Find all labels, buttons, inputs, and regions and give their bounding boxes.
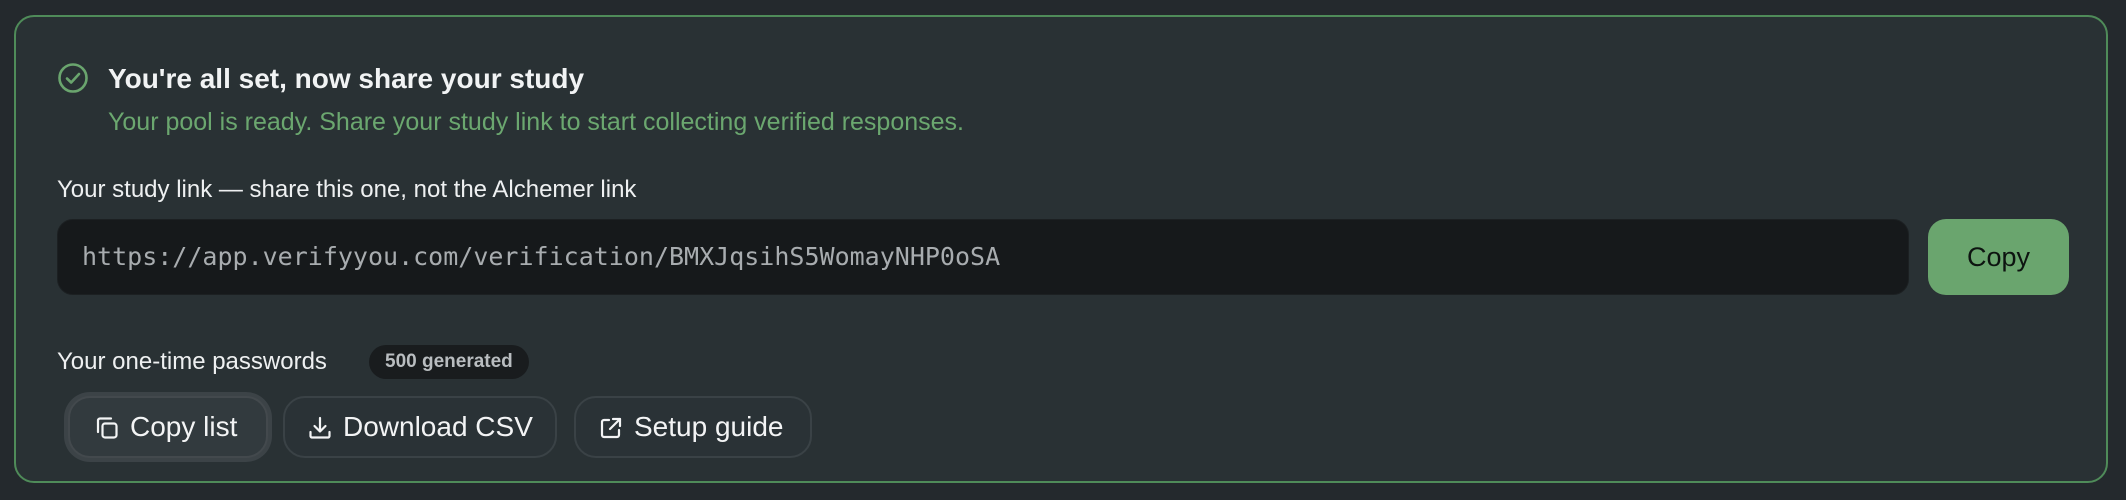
copy-link-button[interactable]: Copy — [1928, 219, 2069, 295]
copy-list-button[interactable]: Copy list — [68, 396, 268, 458]
passwords-count-badge: 500 generated — [369, 345, 529, 379]
download-icon — [309, 416, 331, 439]
download-csv-label: Download CSV — [343, 411, 533, 442]
setup-guide-label: Setup guide — [634, 411, 784, 442]
share-study-card: You're all set, now share your study You… — [14, 15, 2108, 483]
download-csv-button[interactable]: Download CSV — [283, 396, 557, 458]
copy-list-label: Copy list — [130, 411, 238, 442]
card-title: You're all set, now share your study — [108, 63, 585, 94]
external-link-icon — [600, 417, 622, 439]
card-subtitle: Your pool is ready. Share your study lin… — [108, 108, 964, 136]
check-circle-icon — [58, 63, 88, 93]
setup-guide-button[interactable]: Setup guide — [574, 396, 812, 458]
study-link-url: https://app.verifyyou.com/verification/B… — [82, 242, 1001, 271]
study-link-label: Your study link — share this one, not th… — [57, 176, 637, 203]
copy-icon — [96, 417, 118, 439]
passwords-label: Your one-time passwords — [57, 348, 327, 375]
study-link-field[interactable]: https://app.verifyyou.com/verification/B… — [57, 219, 1909, 295]
